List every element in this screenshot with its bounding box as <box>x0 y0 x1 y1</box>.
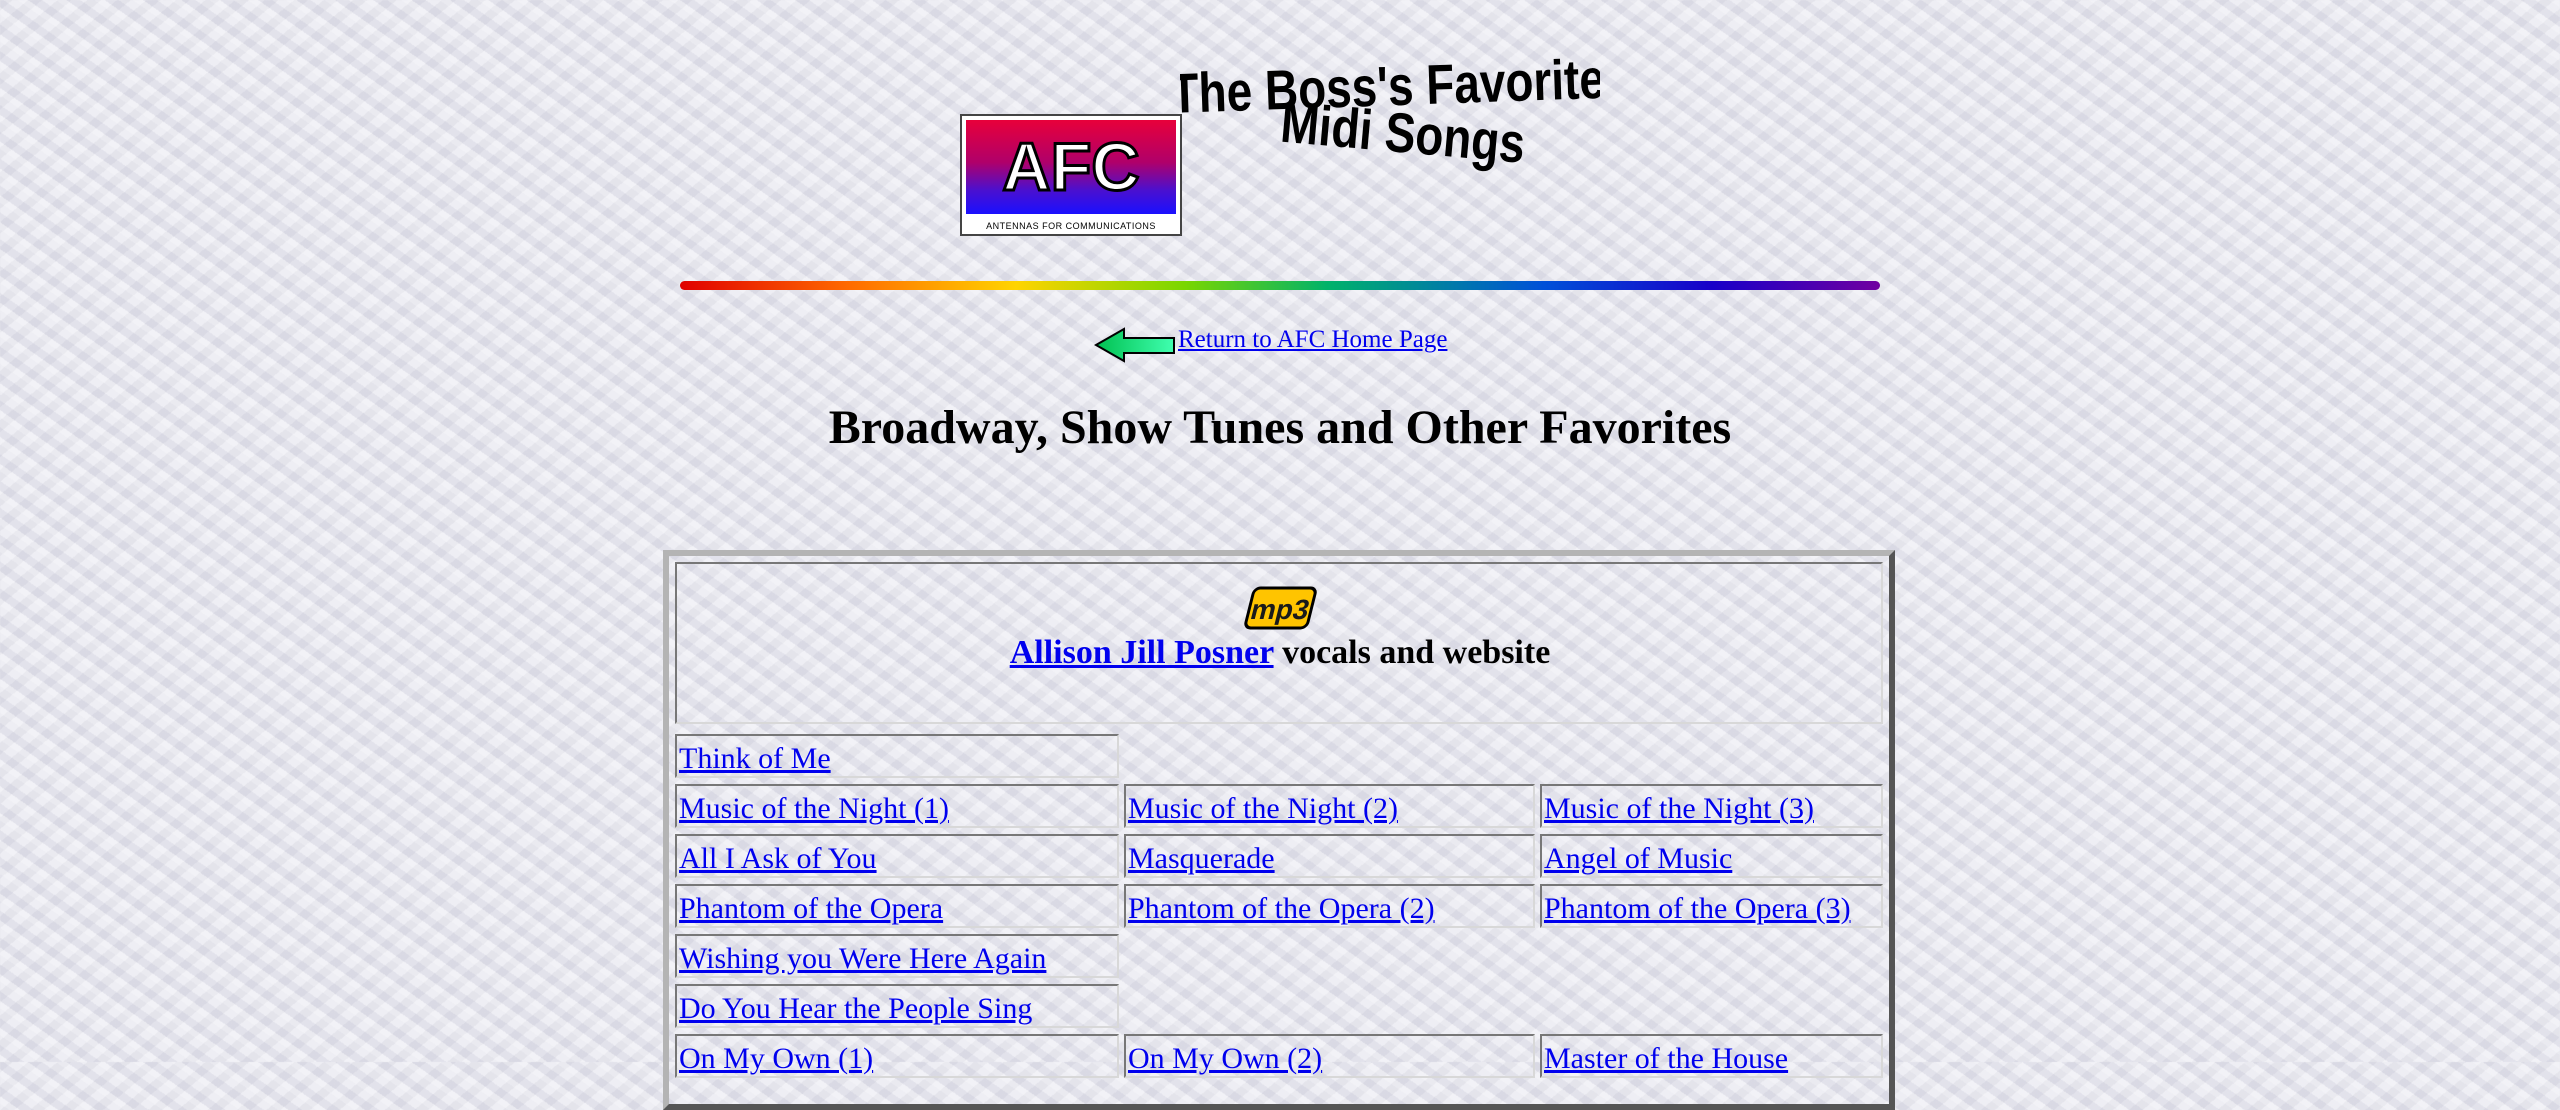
song-link[interactable]: Master of the House <box>1544 1042 1788 1075</box>
song-link[interactable]: Music of the Night (1) <box>679 792 949 825</box>
song-cell[interactable]: Masquerade <box>1124 834 1535 878</box>
song-cell[interactable]: Do You Hear the People Sing <box>675 984 1119 1028</box>
header-banner: AFC ANTENNAS FOR COMMUNICATIONS The Boss… <box>960 30 1606 240</box>
songs-table: mp3 Allison Jill Posner vocals and websi… <box>663 550 1895 1110</box>
song-link[interactable]: On My Own (2) <box>1128 1042 1322 1075</box>
song-cell[interactable]: On My Own (1) <box>675 1034 1119 1078</box>
song-link[interactable]: Masquerade <box>1128 842 1275 875</box>
song-cell[interactable]: Phantom of the Opera (2) <box>1124 884 1535 928</box>
rainbow-divider <box>680 281 1880 290</box>
song-cell[interactable]: Music of the Night (3) <box>1540 784 1883 828</box>
title-art: The Boss's Favorite Midi Songs <box>1170 30 1606 240</box>
song-cell[interactable]: Wishing you Were Here Again <box>675 934 1119 978</box>
song-link[interactable]: Music of the Night (3) <box>1544 792 1814 825</box>
artist-header-cell: mp3 Allison Jill Posner vocals and websi… <box>675 562 1883 724</box>
mp3-badge-text: mp3 <box>1247 594 1312 626</box>
song-link[interactable]: All I Ask of You <box>679 842 877 875</box>
song-link[interactable]: Phantom of the Opera (2) <box>1128 892 1435 925</box>
song-cell[interactable]: Think of Me <box>675 734 1119 778</box>
artist-suffix: vocals and website <box>1273 634 1551 671</box>
song-cell[interactable]: Master of the House <box>1540 1034 1883 1078</box>
song-link[interactable]: Music of the Night (2) <box>1128 792 1398 825</box>
song-link[interactable]: Do You Hear the People Sing <box>679 992 1032 1025</box>
back-arrow-icon[interactable] <box>1094 326 1176 364</box>
song-cell[interactable]: All I Ask of You <box>675 834 1119 878</box>
song-cell[interactable]: Music of the Night (2) <box>1124 784 1535 828</box>
page-title: Broadway, Show Tunes and Other Favorites <box>828 401 1732 454</box>
artist-line: Allison Jill Posner vocals and website <box>679 636 1881 670</box>
song-cell[interactable]: Music of the Night (1) <box>675 784 1119 828</box>
song-link[interactable]: Wishing you Were Here Again <box>679 942 1046 975</box>
afc-logo-text: AFC <box>1002 129 1139 205</box>
return-home-link[interactable]: Return to AFC Home Page <box>1178 326 1447 354</box>
song-cell[interactable]: Phantom of the Opera (3) <box>1540 884 1883 928</box>
artist-link[interactable]: Allison Jill Posner <box>1010 634 1274 671</box>
return-link-row[interactable]: Return to AFC Home Page <box>1094 326 1447 370</box>
song-link[interactable]: Angel of Music <box>1544 842 1732 875</box>
song-link[interactable]: Phantom of the Opera <box>679 892 943 925</box>
song-cell[interactable]: On My Own (2) <box>1124 1034 1535 1078</box>
mp3-icon: mp3 <box>1244 586 1317 630</box>
song-link[interactable]: Phantom of the Opera (3) <box>1544 892 1851 925</box>
song-cell[interactable]: Angel of Music <box>1540 834 1883 878</box>
afc-logo: AFC ANTENNAS FOR COMMUNICATIONS <box>960 114 1182 236</box>
song-cell[interactable]: Phantom of the Opera <box>675 884 1119 928</box>
afc-logo-caption: ANTENNAS FOR COMMUNICATIONS <box>986 221 1156 231</box>
song-link[interactable]: On My Own (1) <box>679 1042 873 1075</box>
song-link[interactable]: Think of Me <box>679 742 831 775</box>
